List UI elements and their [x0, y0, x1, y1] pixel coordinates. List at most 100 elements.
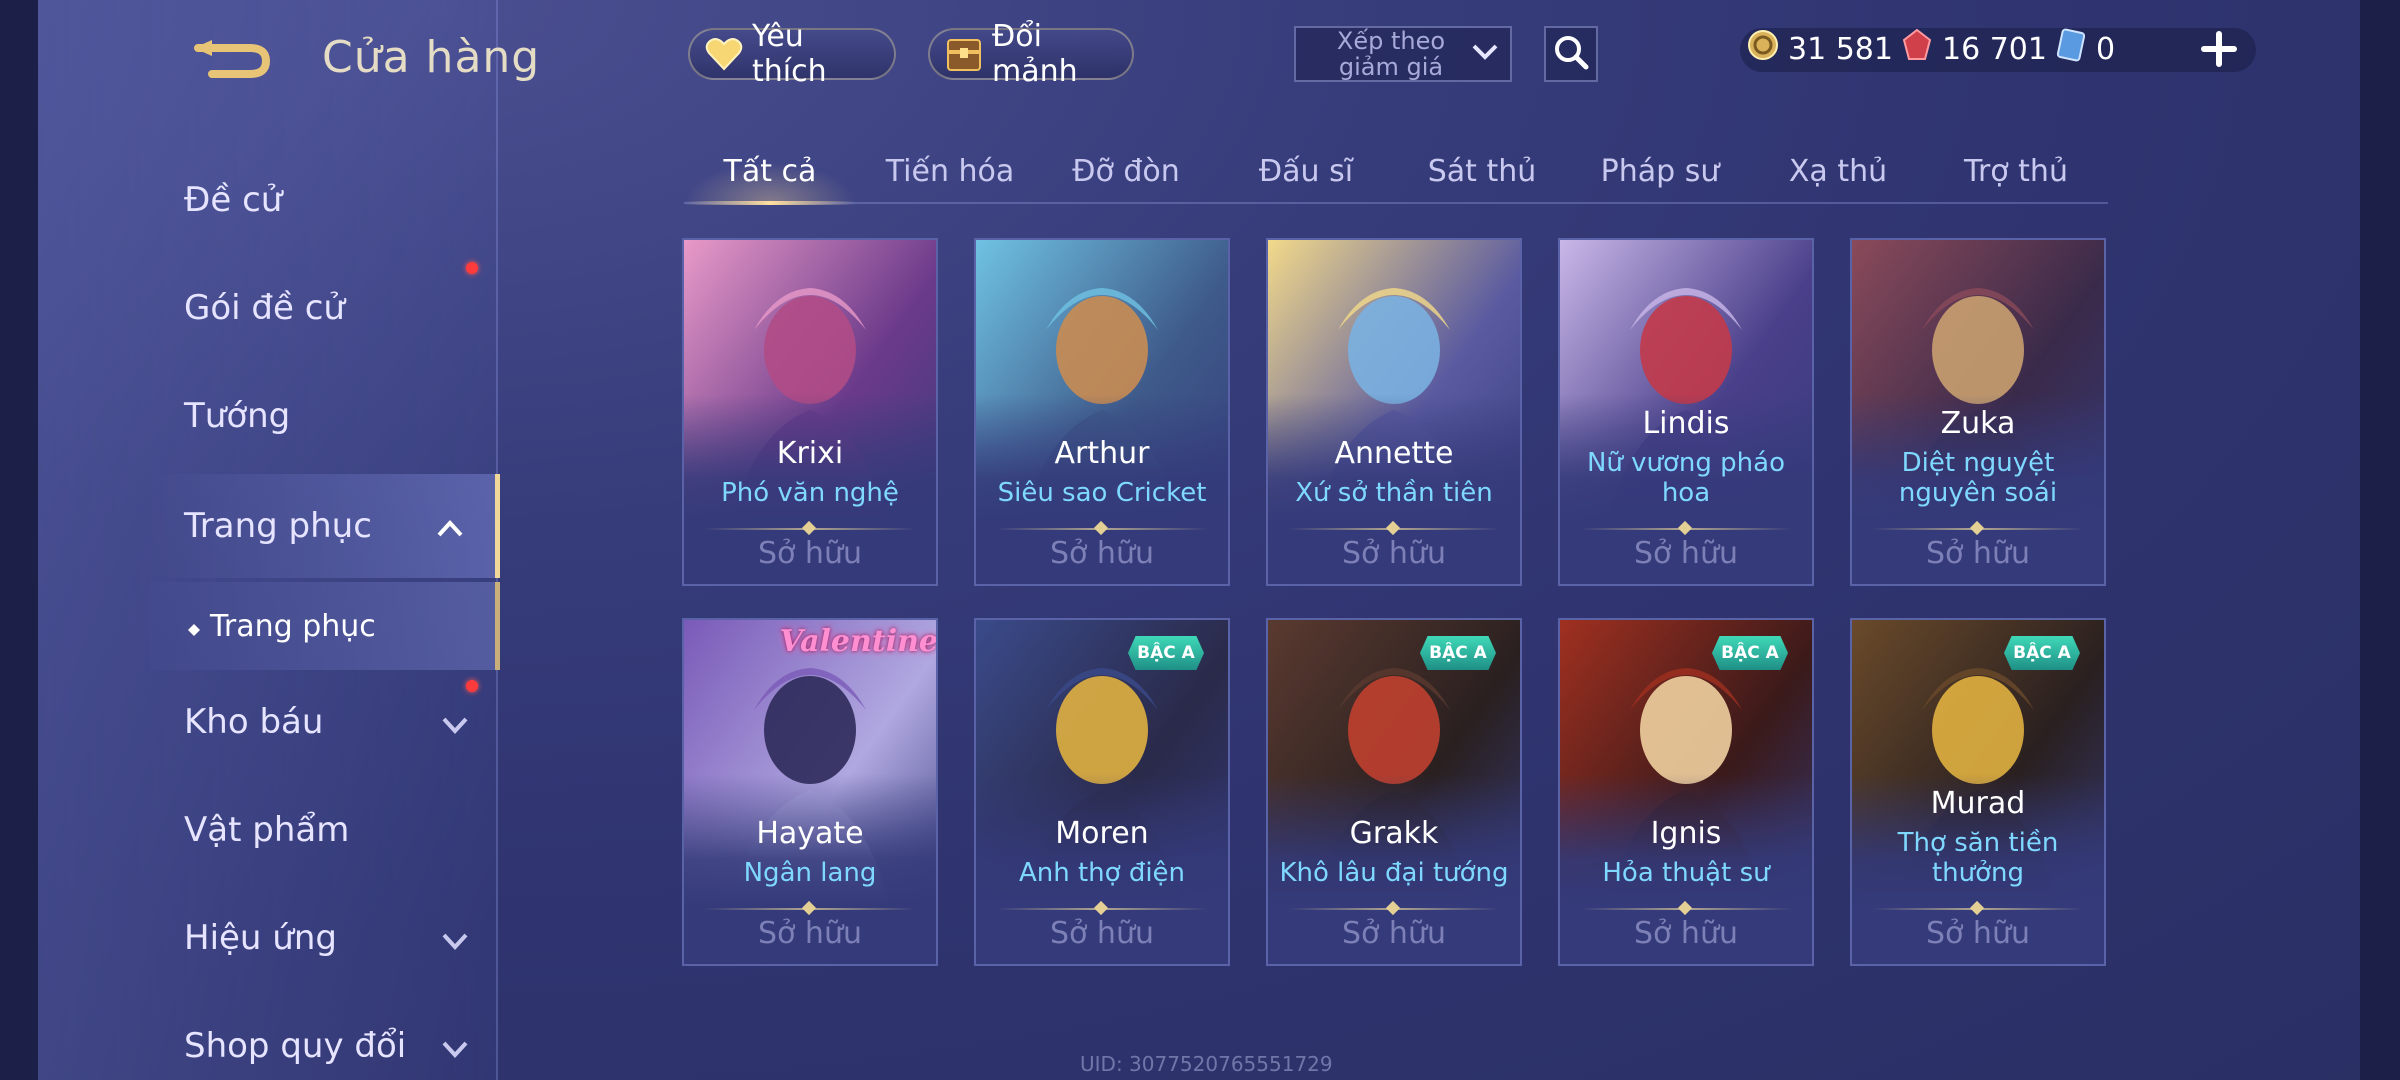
- sidebar-item-label: Gói đề cử: [184, 288, 345, 328]
- valentine-tag: Valentine: [779, 624, 938, 659]
- hero-name: Zuka: [1940, 406, 2016, 441]
- tier-a-badge: BẬC A: [1128, 636, 1204, 670]
- sidebar-item-label: Đề cử: [184, 180, 283, 220]
- tab-tank[interactable]: Đỡ đòn: [1040, 140, 1212, 202]
- right-screen-edge: [2360, 0, 2400, 1080]
- skin-name: Thợ săn tiền thưởng: [1897, 828, 2059, 888]
- skin-card-murad[interactable]: BẬC A Murad Thợ săn tiền thưởng Sở hữu: [1850, 618, 2106, 966]
- shard-exchange-label: Đổi mảnh: [992, 19, 1078, 89]
- voucher-currency: 0: [2054, 26, 2115, 72]
- search-button[interactable]: [1544, 26, 1598, 82]
- tab-assassin[interactable]: Sát thủ: [1396, 140, 1568, 202]
- sidebar-item-label: Trang phục: [184, 506, 372, 546]
- treasure-chest-icon: [944, 34, 984, 74]
- sidebar-item-effects[interactable]: Hiệu ứng: [150, 888, 500, 988]
- skin-card-arthur[interactable]: Arthur Siêu sao Cricket Sở hữu: [974, 238, 1230, 586]
- tier-a-badge: BẬC A: [2004, 636, 2080, 670]
- sidebar-item-label: Kho báu: [184, 702, 324, 742]
- skin-card-moren[interactable]: BẬC A Moren Anh thợ điện Sở hữu: [974, 618, 1230, 966]
- skin-name: Siêu sao Cricket: [997, 478, 1207, 508]
- shard-exchange-button[interactable]: Đổi mảnh: [928, 19, 1134, 89]
- bullet-diamond-icon: [188, 609, 200, 644]
- skin-name: Ngân lang: [743, 858, 877, 888]
- user-id-text: UID: 3077520765551729: [1080, 1052, 1333, 1076]
- gold-currency: 31 581: [1746, 26, 1893, 72]
- skin-name: Xứ sở thần tiên: [1295, 478, 1493, 508]
- ruby-currency: 16 701: [1900, 26, 2047, 72]
- owned-label: Sở hữu: [1634, 916, 1738, 951]
- owned-label: Sở hữu: [758, 916, 862, 951]
- sidebar-subitem-skins[interactable]: Trang phục: [150, 582, 500, 670]
- hero-name: Grakk: [1349, 816, 1439, 851]
- skin-card-ignis[interactable]: BẬC A Ignis Hỏa thuật sư Sở hữu: [1558, 618, 1814, 966]
- skin-card-lindis[interactable]: Lindis Nữ vương pháo hoa Sở hữu: [1558, 238, 1814, 586]
- heart-icon: [704, 34, 744, 74]
- notification-dot: [466, 262, 478, 274]
- sidebar-item-exchange-shop[interactable]: Shop quy đổi: [150, 996, 500, 1080]
- tab-support[interactable]: Trợ thủ: [1930, 140, 2102, 202]
- chevron-down-icon: [440, 1032, 470, 1060]
- search-icon: [1552, 33, 1590, 75]
- notification-dot: [466, 680, 478, 692]
- chevron-down-icon: [440, 924, 470, 952]
- chevron-down-icon: [1470, 42, 1500, 66]
- tab-evolution[interactable]: Tiến hóa: [864, 140, 1036, 202]
- back-arrow-icon[interactable]: [190, 38, 274, 84]
- tier-a-badge: BẬC A: [1420, 636, 1496, 670]
- ruby-amount: 16 701: [1942, 31, 2047, 67]
- gold-coin-icon: [1746, 28, 1780, 70]
- tab-mage[interactable]: Pháp sư: [1574, 140, 1746, 202]
- skin-card-annette[interactable]: Annette Xứ sở thần tiên Sở hữu: [1266, 238, 1522, 586]
- owned-label: Sở hữu: [1926, 916, 2030, 951]
- sidebar-item-recommended[interactable]: Đề cử: [150, 150, 500, 250]
- hero-name: Annette: [1334, 436, 1454, 471]
- category-tabs: Tất cả Tiến hóa Đỡ đòn Đấu sĩ Sát thủ Ph…: [684, 140, 2108, 205]
- gold-amount: 31 581: [1788, 31, 1893, 67]
- hero-name: Arthur: [1054, 436, 1150, 471]
- skin-card-hayate[interactable]: Valentine Hayate Ngân lang Sở hữu: [682, 618, 938, 966]
- left-screen-edge: [0, 0, 38, 1080]
- skin-name: Khô lâu đại tướng: [1279, 858, 1509, 888]
- favorites-button[interactable]: Yêu thích: [688, 19, 896, 89]
- hero-name: Hayate: [756, 816, 864, 851]
- page-title: Cửa hàng: [322, 32, 541, 83]
- tab-all[interactable]: Tất cả: [684, 140, 856, 202]
- owned-label: Sở hữu: [1926, 536, 2030, 571]
- sidebar-item-treasure[interactable]: Kho báu: [150, 672, 500, 772]
- skin-card-krixi[interactable]: Krixi Phó văn nghệ Sở hữu: [682, 238, 938, 586]
- sort-dropdown[interactable]: Xếp theo giảm giá: [1294, 26, 1512, 82]
- owned-label: Sở hữu: [1342, 916, 1446, 951]
- sort-dropdown-label: Xếp theo giảm giá: [1336, 27, 1446, 81]
- hero-name: Moren: [1055, 816, 1149, 851]
- skin-name: Phó văn nghệ: [721, 478, 899, 508]
- sidebar-item-heroes[interactable]: Tướng: [150, 366, 500, 466]
- voucher-amount: 0: [2096, 31, 2116, 67]
- chevron-down-icon: [440, 708, 470, 736]
- owned-label: Sở hữu: [1050, 536, 1154, 571]
- skin-name: Nữ vương pháo hoa: [1586, 448, 1786, 508]
- tab-marksman[interactable]: Xạ thủ: [1752, 140, 1924, 202]
- sidebar-item-label: Shop quy đổi: [184, 1026, 407, 1066]
- sidebar-item-skins[interactable]: Trang phục: [150, 474, 500, 578]
- sidebar-item-label: Hiệu ứng: [184, 918, 337, 958]
- active-tab-underline: [684, 201, 856, 205]
- hero-name: Lindis: [1642, 406, 1730, 441]
- skin-name: Anh thợ điện: [1018, 858, 1186, 888]
- hero-name: Ignis: [1650, 816, 1722, 851]
- tier-a-badge: BẬC A: [1712, 636, 1788, 670]
- plus-icon: [2196, 31, 2242, 76]
- voucher-card-icon: [2054, 28, 2088, 70]
- skin-card-zuka[interactable]: Zuka Diệt nguyệt nguyên soái Sở hữu: [1850, 238, 2106, 586]
- shop-screen: Cửa hàng Yêu thích Đổi mảnh Xếp theo giả…: [0, 0, 2400, 1080]
- hero-name: Krixi: [776, 436, 844, 471]
- sidebar-item-label: Vật phẩm: [184, 810, 350, 850]
- skin-name: Hỏa thuật sư: [1602, 858, 1770, 888]
- owned-label: Sở hữu: [1634, 536, 1738, 571]
- sidebar-item-items[interactable]: Vật phẩm: [150, 780, 500, 880]
- add-currency-button[interactable]: [2196, 26, 2242, 72]
- skin-card-grakk[interactable]: BẬC A Grakk Khô lâu đại tướng Sở hữu: [1266, 618, 1522, 966]
- tab-fighter[interactable]: Đấu sĩ: [1220, 140, 1392, 202]
- sidebar-item-bundles[interactable]: Gói đề cử: [150, 258, 500, 358]
- owned-label: Sở hữu: [1342, 536, 1446, 571]
- ruby-icon: [1900, 28, 1934, 70]
